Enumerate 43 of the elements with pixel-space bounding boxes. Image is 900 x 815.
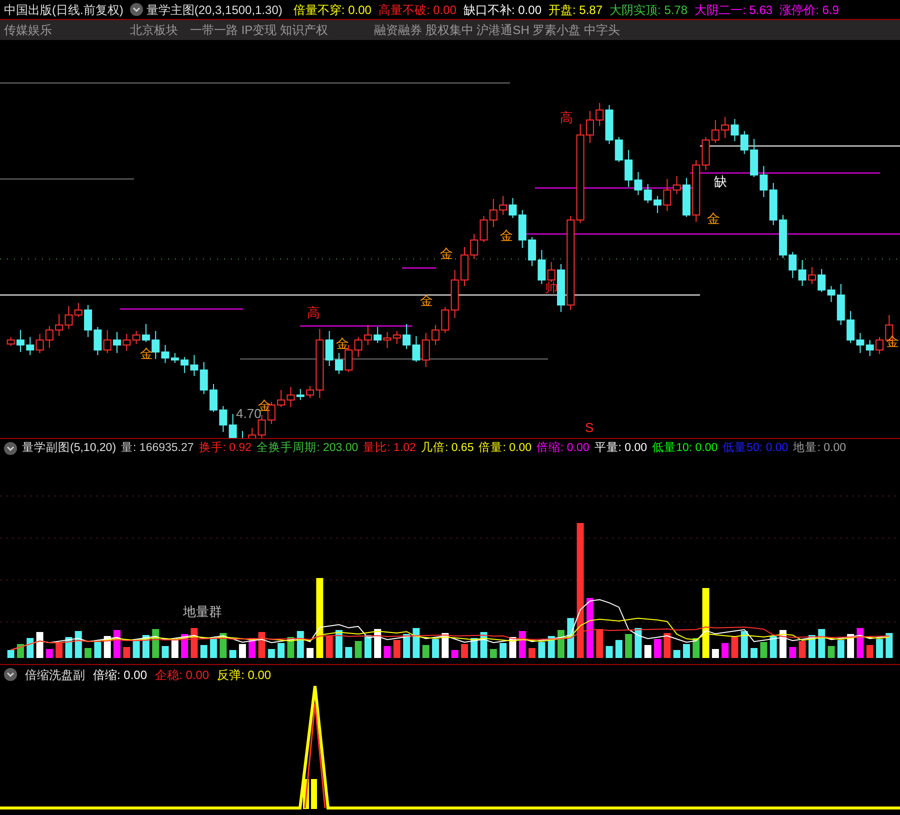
sector-tag[interactable]: 北京板块 (130, 24, 178, 36)
indicator-readout: 平量: 0.00 (594, 442, 648, 454)
indicator-readout: 换手: 0.92 (198, 442, 252, 454)
chart-signal-label: 金 (140, 346, 153, 361)
indicator-readout: 倍量不穿: 0.00 (293, 4, 372, 16)
indicator-readout: 全换手周期: 203.00 (256, 442, 358, 454)
indicator-readout: 倍缩: 0.00 (536, 442, 590, 454)
chart-signal-label: 金 (336, 336, 349, 351)
indicator-readout: 倍缩: 0.00 (93, 668, 148, 680)
chart-signal-label: 4.70 (236, 406, 262, 421)
indicator-readout: 量: 166935.27 (121, 442, 194, 454)
chart-signal-label: 金 (440, 246, 453, 261)
chart-signal-label: 金 (500, 228, 513, 243)
indicator-readout: 大阴实顶: 5.78 (610, 4, 688, 16)
sector-tag[interactable]: 传媒娱乐 (4, 24, 52, 36)
sector-tag[interactable]: 融资融券 股权集中 沪港通SH 罗素小盘 中字头 (374, 24, 620, 36)
indicator-name[interactable]: 量学副图(5,10,20) (22, 442, 116, 454)
indicator-readout: 大阴二一: 5.63 (694, 4, 773, 16)
chart-signal-label: 高 (560, 110, 573, 125)
indicator-readout: 地量: 0.00 (793, 442, 846, 454)
indicator-readout: 高量不破: 0.00 (378, 4, 456, 16)
chart-signal-label: 帅 (545, 280, 558, 295)
indicator-readout: 缺口不补: 0.00 (463, 4, 542, 16)
indicator-readout: 低量50: 0.00 (722, 442, 788, 454)
chart-signal-label: 金 (420, 293, 433, 308)
indicator-readout: 几倍: 0.65 (420, 442, 474, 454)
indicator-name[interactable]: 倍缩洗盘副 (25, 668, 85, 680)
indicator-readout: 倍量: 0.00 (478, 442, 532, 454)
chart-signal-label: 缺 (714, 174, 727, 189)
indicator-readout: 量比: 1.02 (363, 442, 416, 454)
indicator-readout: 低量10: 0.00 (652, 442, 718, 454)
stock-title: 中国出版(日线.前复权) (4, 4, 124, 16)
indicator-readout: 涨停价: 6.9 (780, 4, 839, 16)
indicator-readout: 企稳: 0.00 (155, 668, 210, 680)
volume-group-label: 地量群 (183, 604, 222, 619)
indicator-name[interactable]: 量学主图(20,3,1500,1.30) (146, 4, 282, 16)
chart-signal-label: 金 (886, 334, 899, 349)
chart-signal-label: S (585, 420, 594, 435)
indicator-readout: 开盘: 5.87 (548, 4, 603, 16)
chart-signal-label: 高 (307, 305, 320, 320)
sector-tag[interactable]: 一带一路 IP变现 知识产权 (190, 24, 328, 36)
indicator-readout: 反弹: 0.00 (217, 668, 272, 680)
chart-signal-label: 金 (707, 211, 720, 226)
